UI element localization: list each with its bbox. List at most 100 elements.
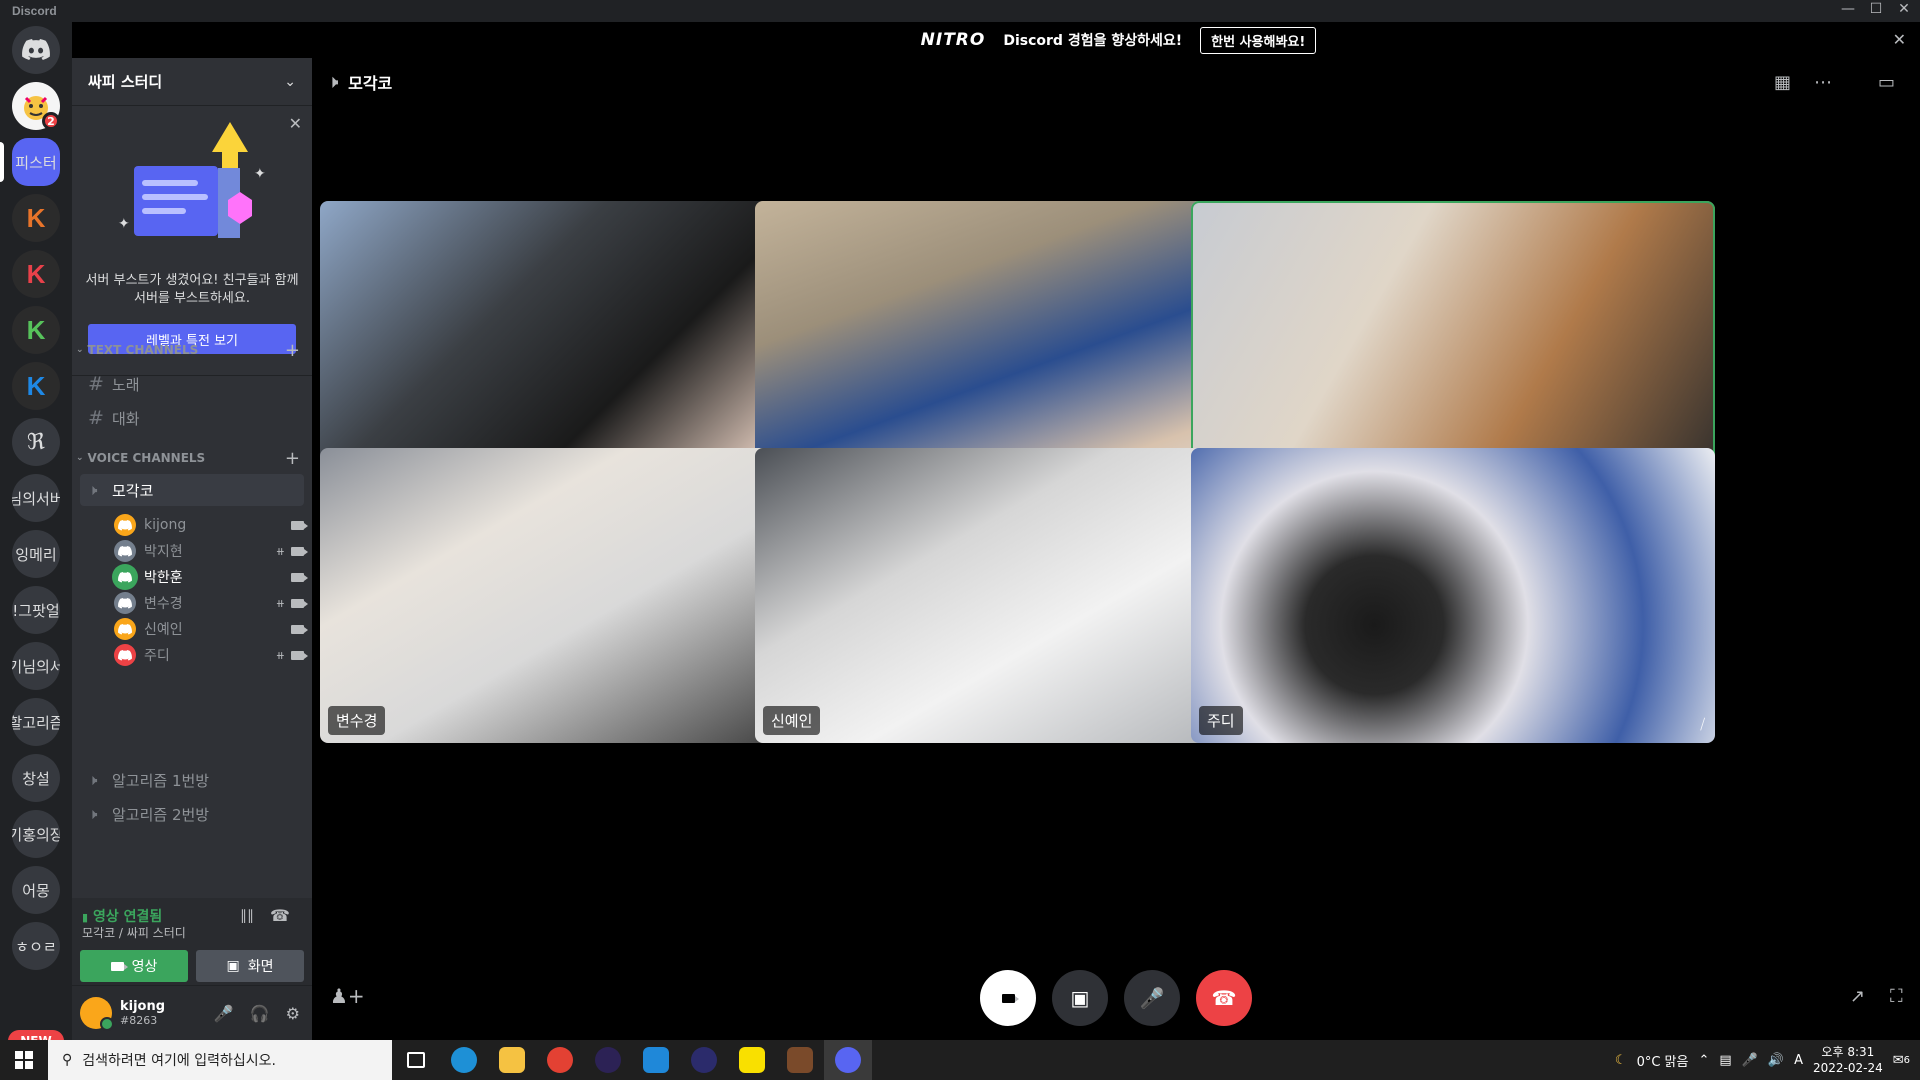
- channel-text-1[interactable]: # 노래: [80, 368, 304, 400]
- channel-voice-3[interactable]: 🕨 알고리즘 2번방: [80, 798, 304, 830]
- video-button[interactable]: 영상: [80, 950, 188, 982]
- text-channels-category[interactable]: ⌄ TEXT CHANNELS +: [76, 340, 308, 361]
- title-bar: Discord — ☐ ✕: [0, 0, 1920, 22]
- screen-share-button[interactable]: ▣ 화면: [196, 950, 304, 982]
- server-icon-14[interactable]: 어몽: [12, 866, 60, 914]
- invite-user-icon[interactable]: ♟+: [330, 984, 365, 1008]
- screen-share-icon: ▣: [1070, 986, 1090, 1010]
- server-abbrev: !그팟얼: [12, 601, 60, 620]
- server-header[interactable]: 싸피 스터디 ⌄: [72, 58, 312, 106]
- server-icon-4[interactable]: K: [12, 306, 60, 354]
- add-channel-icon[interactable]: +: [285, 340, 300, 361]
- clock-app-icon[interactable]: [680, 1040, 728, 1080]
- headphones-icon[interactable]: 🎧: [250, 1004, 270, 1023]
- close-window-button[interactable]: ✕: [1890, 1, 1918, 21]
- server-icon-2[interactable]: K: [12, 194, 60, 242]
- edge-icon[interactable]: [440, 1040, 488, 1080]
- network-icon[interactable]: ▤: [1719, 1053, 1731, 1068]
- server-icon-12[interactable]: 창설: [12, 754, 60, 802]
- channel-label: 알고리즘 2번방: [112, 805, 210, 824]
- discord-logo-icon: [22, 39, 50, 60]
- voice-user-name: kijong: [144, 517, 187, 533]
- server-icon-15[interactable]: ㅎㅇㄹ: [12, 922, 60, 970]
- avatar: [114, 592, 136, 614]
- server-icon-9[interactable]: !그팟얼: [12, 586, 60, 634]
- inbox-icon[interactable]: ▭: [1878, 72, 1895, 93]
- avatar: [114, 618, 136, 640]
- volume-icon[interactable]: 🔊: [1768, 1053, 1784, 1068]
- voice-user-row[interactable]: 주디 ⧺: [114, 642, 308, 668]
- server-icon-1[interactable]: 피스터: [12, 138, 60, 186]
- notification-icon[interactable]: ✉: [1893, 1053, 1904, 1068]
- clock[interactable]: 오후 8:31 2022-02-24: [1813, 1044, 1883, 1076]
- voice-user-row[interactable]: 신예인: [114, 616, 308, 642]
- server-icon-6[interactable]: ℜ: [12, 418, 60, 466]
- vscode-icon[interactable]: [632, 1040, 680, 1080]
- system-tray: ☾ 0°C 맑음 ⌃ ▤ 🎤 🔊 A 오후 8:31 2022-02-24 ✉ …: [1615, 1040, 1920, 1080]
- start-button[interactable]: [0, 1040, 48, 1080]
- minimize-button[interactable]: —: [1834, 1, 1862, 21]
- server-icon-3[interactable]: K: [12, 250, 60, 298]
- windows-logo-icon: [15, 1051, 33, 1069]
- channel-voice-2[interactable]: 🕨 알고리즘 1번방: [80, 764, 304, 796]
- kakaotalk-icon[interactable]: [728, 1040, 776, 1080]
- channel-sidebar: 싸피 스터디 ⌄ ✕ ✦ ✦ 서버 부스트가 생겼어요! 친구들과 함께 서버를…: [72, 58, 312, 1040]
- server-icon-5[interactable]: K: [12, 362, 60, 410]
- microphone-icon[interactable]: 🎤: [214, 1004, 234, 1023]
- game-app-icon[interactable]: [776, 1040, 824, 1080]
- moon-weather-icon: ☾: [1614, 1052, 1627, 1068]
- video-tile[interactable]: 주디 ⧸: [1191, 448, 1715, 743]
- discord-home-button[interactable]: [12, 26, 60, 74]
- more-options-icon[interactable]: ⋯: [1814, 72, 1832, 93]
- voice-channels-category[interactable]: ⌄ VOICE CHANNELS +: [76, 448, 308, 469]
- avatar[interactable]: [80, 997, 114, 1031]
- disconnect-icon[interactable]: ☎: [270, 906, 290, 925]
- voice-user-status: [291, 572, 308, 582]
- camera-icon: [291, 572, 308, 582]
- camera-icon: [291, 520, 308, 530]
- voice-user-row[interactable]: 박지현 ⧺: [114, 538, 308, 564]
- channel-text-2[interactable]: # 대화: [80, 402, 304, 434]
- nitro-close-icon[interactable]: ✕: [1893, 30, 1906, 49]
- chevron-up-icon[interactable]: ⌃: [1698, 1053, 1709, 1068]
- maximize-button[interactable]: ☐: [1862, 1, 1890, 21]
- fullscreen-icon[interactable]: ⛶: [1890, 986, 1903, 1007]
- ime-indicator[interactable]: A: [1794, 1053, 1803, 1068]
- camera-toggle-button[interactable]: [980, 970, 1036, 1026]
- voice-user-row[interactable]: kijong: [114, 512, 308, 538]
- channel-label: 대화: [112, 409, 140, 428]
- server-icon-7[interactable]: 님의서버: [12, 474, 60, 522]
- popout-icon[interactable]: ↗: [1850, 986, 1865, 1007]
- server-icon-13[interactable]: 기홍의장: [12, 810, 60, 858]
- chrome-icon[interactable]: [536, 1040, 584, 1080]
- hang-up-button[interactable]: ☎: [1196, 970, 1252, 1026]
- server-icon-11[interactable]: 할고리즘: [12, 698, 60, 746]
- eclipse-icon[interactable]: [584, 1040, 632, 1080]
- mic-muted-icon: ⧺: [275, 544, 285, 558]
- participant-name: 신예인: [763, 706, 821, 735]
- add-channel-icon[interactable]: +: [285, 448, 300, 469]
- voice-connection-panel: ▮ 영상 연결됨 모각코 / 싸피 스터디 ∥∥ ☎ 영상 ▣ 화면: [72, 898, 312, 986]
- nitro-logo: NITRO: [920, 30, 986, 50]
- voice-status-label: 영상 연결됨: [92, 909, 163, 925]
- voice-user-row[interactable]: 변수경 ⧺: [114, 590, 308, 616]
- discord-taskbar-icon[interactable]: [824, 1040, 872, 1080]
- mention-badge: 2: [42, 112, 60, 130]
- taskbar-search[interactable]: ⚲ 검색하려면 여기에 입력하십시오.: [48, 1040, 392, 1080]
- screen-share-toggle-button[interactable]: ▣: [1052, 970, 1108, 1026]
- channel-voice-active[interactable]: 🕨 모각코: [80, 474, 304, 506]
- microphone-toggle-button[interactable]: 🎤: [1124, 970, 1180, 1026]
- layout-grid-icon[interactable]: ▦: [1774, 72, 1791, 93]
- server-icon-10[interactable]: 기님의서: [12, 642, 60, 690]
- voice-user-row[interactable]: 박한훈: [114, 564, 308, 590]
- noise-suppression-icon[interactable]: ∥∥: [240, 908, 254, 924]
- task-view-icon[interactable]: [392, 1040, 440, 1080]
- settings-gear-icon[interactable]: ⚙: [286, 1004, 300, 1023]
- nitro-try-button[interactable]: 한번 사용해봐요!: [1200, 26, 1317, 54]
- user-avatar-server[interactable]: 2: [12, 82, 60, 130]
- close-icon[interactable]: ✕: [289, 114, 302, 133]
- microphone-tray-icon[interactable]: 🎤: [1742, 1053, 1758, 1068]
- file-explorer-icon[interactable]: [488, 1040, 536, 1080]
- server-icon-8[interactable]: 잉메리: [12, 530, 60, 578]
- weather-label[interactable]: 0°C 맑음: [1637, 1051, 1689, 1070]
